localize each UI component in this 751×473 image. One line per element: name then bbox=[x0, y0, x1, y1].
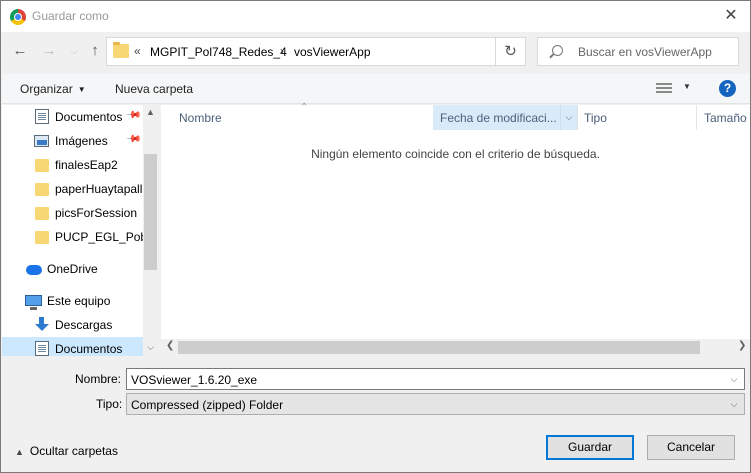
sidebar-item-picsforsession[interactable]: picsForSession bbox=[2, 201, 143, 225]
search-placeholder: Buscar en vosViewerApp bbox=[578, 45, 712, 59]
cancel-button[interactable]: Cancelar bbox=[647, 435, 735, 460]
sidebar-item-imagenes[interactable]: Imágenes 📌 bbox=[2, 129, 143, 153]
sidebar-item-descargas[interactable]: Descargas bbox=[2, 313, 143, 337]
breadcrumb-overflow[interactable]: « bbox=[134, 44, 141, 58]
title-bar: Guardar como ✕ bbox=[1, 1, 750, 32]
sidebar-item-label: PUCP_EGL_Pobr bbox=[55, 230, 143, 244]
sidebar-item-label: Documentos bbox=[55, 110, 123, 124]
file-name-field[interactable]: VOSviewer_1.6.20_exe ⌵ bbox=[126, 368, 745, 390]
refresh-button[interactable]: ↻ bbox=[495, 38, 525, 65]
sidebar-item-label: OneDrive bbox=[47, 262, 98, 276]
sidebar-item-pucp-egl-pobr[interactable]: PUCP_EGL_Pobr bbox=[2, 225, 143, 249]
downloads-icon bbox=[35, 317, 49, 333]
file-list: ⌃ Nombre Fecha de modificaci... ⌵ Tipo T… bbox=[161, 102, 750, 356]
hide-folders-toggle[interactable]: ▲ Ocultar carpetas bbox=[15, 444, 118, 458]
computer-icon bbox=[25, 295, 42, 310]
close-button[interactable]: ✕ bbox=[720, 6, 742, 26]
scroll-right-icon[interactable]: ❯ bbox=[738, 340, 746, 351]
back-button[interactable]: ← bbox=[10, 41, 30, 61]
sidebar-item-este-equipo[interactable]: Este equipo bbox=[2, 289, 143, 313]
folder-icon bbox=[35, 159, 49, 172]
caret-down-icon: ▼ bbox=[77, 85, 86, 94]
column-modified-label: Fecha de modificaci... bbox=[440, 111, 557, 125]
pin-icon: 📌 bbox=[124, 131, 142, 148]
scroll-up-icon[interactable]: ▲ bbox=[143, 107, 158, 117]
organize-label: Organizar bbox=[20, 82, 73, 96]
sidebar-item-label: finalesEap2 bbox=[55, 158, 118, 172]
view-options-icon[interactable] bbox=[656, 83, 672, 95]
sidebar-item-label: picsForSession bbox=[55, 206, 138, 220]
organize-button[interactable]: Organizar ▼ bbox=[20, 82, 86, 96]
save-button[interactable]: Guardar bbox=[546, 435, 634, 460]
sidebar-scrollbar[interactable]: ▲ ⌵ bbox=[143, 105, 158, 356]
folder-icon bbox=[35, 231, 49, 244]
arrow-up-icon: ↑ bbox=[91, 42, 99, 59]
column-header-name[interactable]: Nombre bbox=[161, 105, 433, 130]
breadcrumb-item[interactable]: MGPIT_Pol748_Redes_4 bbox=[150, 45, 287, 59]
file-type-select[interactable]: Compressed (zipped) Folder ⌵ bbox=[126, 393, 745, 415]
pin-icon: 📌 bbox=[124, 107, 142, 124]
sidebar-item-documentos[interactable]: Documentos 📌 bbox=[2, 105, 143, 129]
sidebar-item-onedrive[interactable]: OneDrive bbox=[2, 257, 143, 281]
sidebar-item-paperhuaytapall[interactable]: paperHuaytapall bbox=[2, 177, 143, 201]
help-icon[interactable]: ? bbox=[719, 80, 736, 97]
scroll-left-icon[interactable]: ❮ bbox=[166, 340, 174, 351]
sidebar-item-label: Documentos bbox=[55, 342, 123, 356]
file-type-label: Tipo: bbox=[96, 397, 123, 411]
sidebar-item-label: paperHuaytapall bbox=[55, 182, 143, 196]
sidebar-item-label: Este equipo bbox=[47, 294, 111, 308]
save-as-dialog: Guardar como ✕ ← → ⌵ ↑ « MGPIT_Pol748_Re… bbox=[0, 0, 751, 473]
folder-icon bbox=[35, 207, 49, 220]
refresh-icon: ↻ bbox=[504, 43, 517, 60]
document-icon bbox=[35, 109, 49, 124]
column-name-label: Nombre bbox=[179, 111, 222, 125]
breadcrumb-separator[interactable]: › bbox=[280, 44, 284, 58]
chrome-icon bbox=[10, 9, 26, 25]
dialog-title: Guardar como bbox=[32, 9, 109, 23]
chevron-down-icon: ⌵ bbox=[70, 46, 78, 56]
chevron-down-icon[interactable]: ⌵ bbox=[560, 105, 577, 130]
scrollbar-thumb[interactable] bbox=[144, 154, 157, 270]
chevron-down-icon: ⌵ bbox=[730, 399, 738, 409]
chevron-down-icon[interactable]: ⌵ bbox=[724, 369, 744, 389]
search-icon bbox=[552, 45, 563, 56]
recent-locations-button[interactable]: ⌵ bbox=[64, 41, 84, 61]
column-type-label: Tipo bbox=[584, 111, 607, 125]
sidebar-item-documentos-selected[interactable]: Documentos bbox=[2, 337, 143, 356]
forward-button[interactable]: → bbox=[39, 41, 59, 61]
column-size-label: Tamaño bbox=[704, 111, 747, 125]
pictures-icon bbox=[34, 135, 49, 147]
document-icon bbox=[35, 341, 49, 356]
view-dropdown-icon[interactable]: ▼ bbox=[683, 82, 691, 91]
horizontal-scrollbar[interactable]: ❮ ❯ bbox=[161, 339, 750, 356]
breadcrumb-item[interactable]: vosViewerApp bbox=[294, 45, 371, 59]
scrollbar-thumb[interactable] bbox=[178, 341, 700, 354]
arrow-left-icon: ← bbox=[12, 42, 28, 59]
folder-icon bbox=[35, 183, 49, 196]
file-type-value: Compressed (zipped) Folder bbox=[131, 398, 284, 412]
arrow-right-icon: → bbox=[41, 42, 57, 59]
sidebar-item-label: Imágenes bbox=[55, 134, 108, 148]
file-name-label: Nombre: bbox=[75, 372, 122, 386]
empty-message: Ningún elemento coincide con el criterio… bbox=[311, 147, 600, 161]
sidebar-item-finaleseap2[interactable]: finalesEap2 bbox=[2, 153, 143, 177]
address-bar[interactable]: « MGPIT_Pol748_Redes_4 › vosViewerApp ↻ bbox=[106, 37, 526, 66]
new-folder-button[interactable]: Nueva carpeta bbox=[115, 82, 193, 96]
command-bar: Organizar ▼ Nueva carpeta ▼ ? bbox=[2, 74, 750, 104]
search-input[interactable]: Buscar en vosViewerApp bbox=[537, 37, 739, 66]
column-header-type[interactable]: Tipo bbox=[578, 105, 696, 130]
caret-up-icon: ▲ bbox=[15, 447, 24, 457]
file-name-value: VOSviewer_1.6.20_exe bbox=[131, 373, 258, 387]
column-header-modified[interactable]: Fecha de modificaci... ⌵ bbox=[433, 105, 578, 130]
hide-folders-label: Ocultar carpetas bbox=[29, 444, 118, 458]
navigation-pane: Documentos 📌 Imágenes 📌 finalesEap2 pape… bbox=[2, 105, 158, 356]
folder-icon bbox=[113, 42, 129, 58]
onedrive-icon bbox=[26, 265, 42, 275]
scroll-down-icon[interactable]: ⌵ bbox=[143, 342, 158, 353]
up-button[interactable]: ↑ bbox=[85, 41, 105, 61]
sidebar-item-label: Descargas bbox=[55, 318, 113, 332]
column-header-size[interactable]: Tamaño bbox=[696, 105, 750, 130]
